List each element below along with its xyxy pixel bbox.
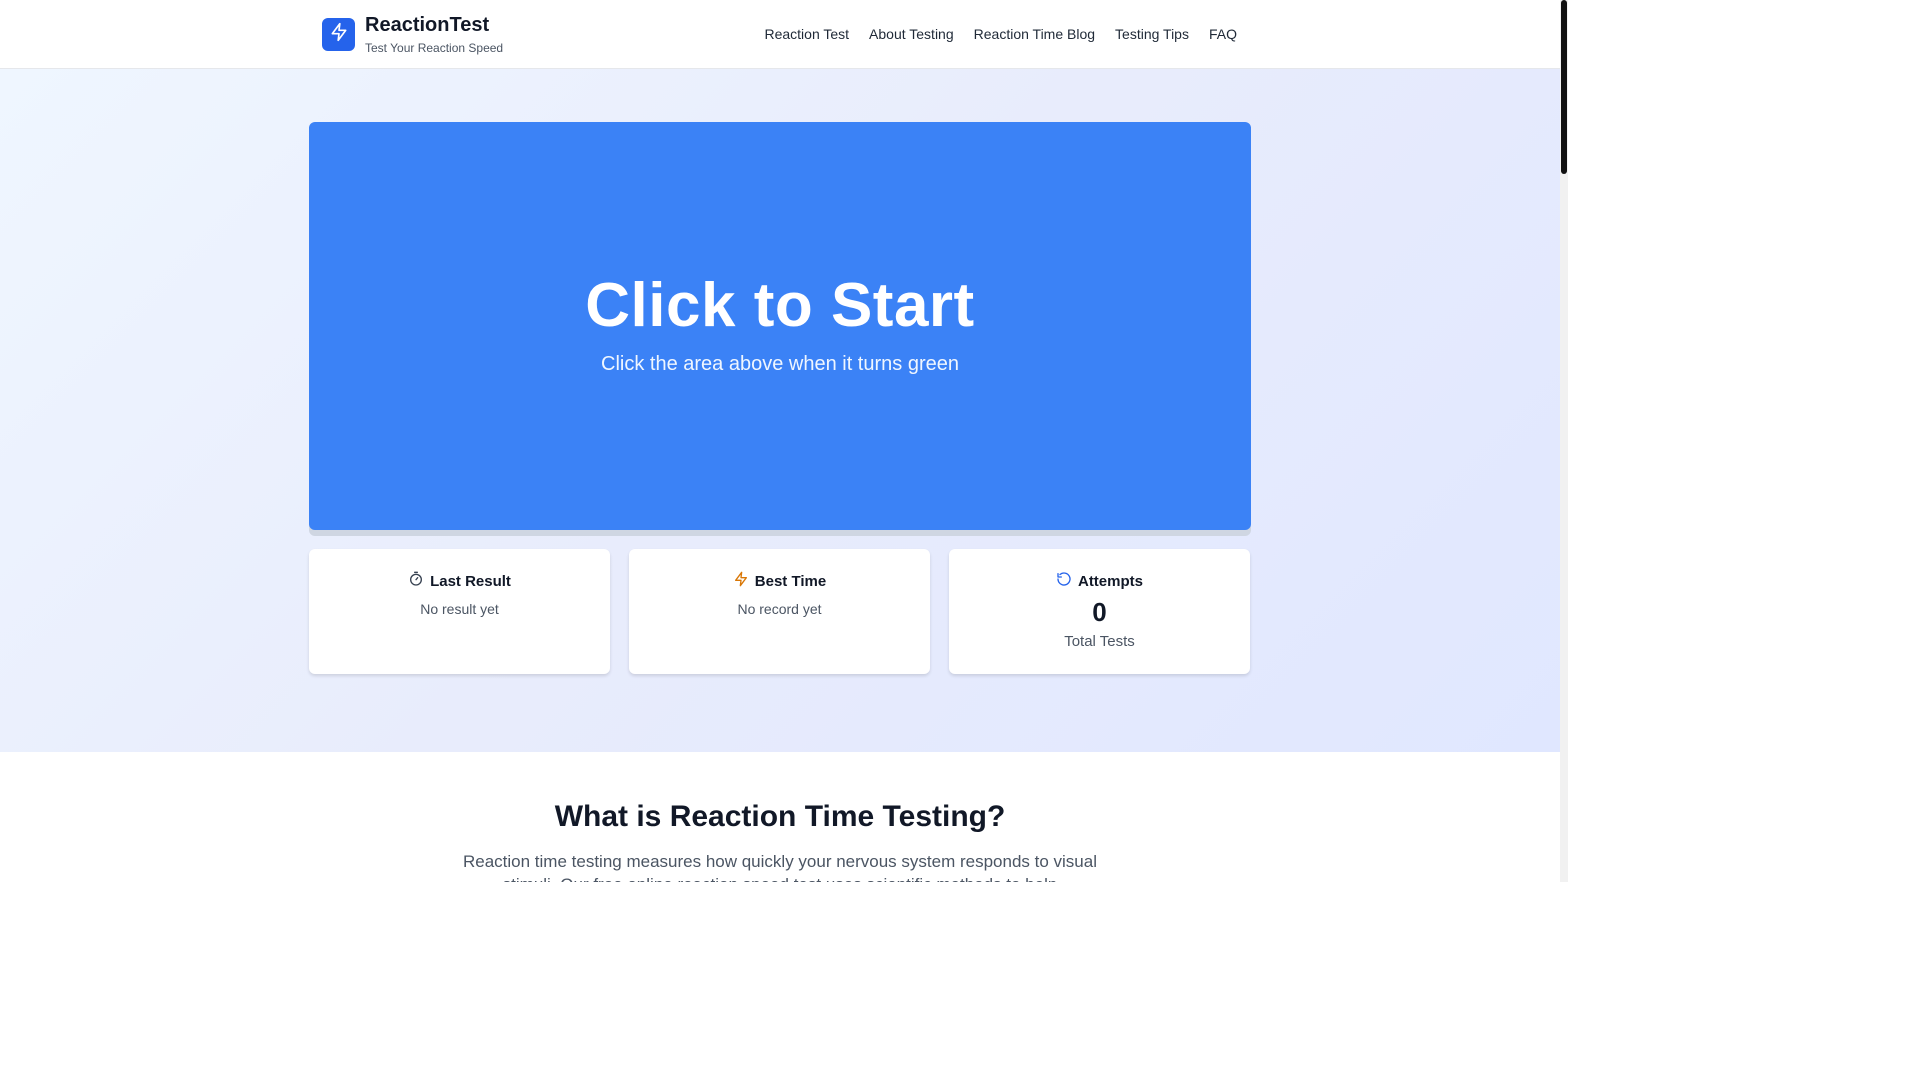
start-instructions: Click the area above when it turns green [601,353,959,375]
hero-section: Click to Start Click the area above when… [0,69,1560,752]
nav-faq[interactable]: FAQ [1209,26,1237,42]
nav-reaction-time-blog[interactable]: Reaction Time Blog [974,26,1095,42]
last-result-card: Last Result No result yet [309,549,610,674]
page: ReactionTest Test Your Reaction Speed Re… [0,0,1560,882]
brand-subtitle: Test Your Reaction Speed [365,41,504,55]
attempts-card: Attempts 0 Total Tests [949,549,1250,674]
site-header: ReactionTest Test Your Reaction Speed Re… [0,0,1560,69]
best-time-header: Best Time [629,571,930,592]
last-result-title: Last Result [430,573,511,590]
info-paragraph: Reaction time testing measures how quick… [462,852,1097,882]
scrollbar-thumb[interactable] [1561,0,1567,174]
nav-reaction-test[interactable]: Reaction Test [764,26,849,42]
attempts-count: 0 [1092,597,1107,627]
last-result-value: No result yet [420,601,499,617]
reaction-test-area[interactable]: Click to Start Click the area above when… [309,122,1251,530]
refresh-icon [1056,571,1072,592]
best-time-value: No record yet [737,601,822,617]
best-time-title: Best Time [754,573,827,590]
lightning-icon [733,571,749,592]
attempts-caption: Total Tests [1064,633,1135,650]
nav-about-testing[interactable]: About Testing [869,26,954,42]
attempts-title: Attempts [1077,573,1143,590]
best-time-card: Best Time No record yet [629,549,930,674]
attempts-header: Attempts [949,571,1250,592]
last-result-header: Last Result [309,571,610,592]
logo[interactable] [322,18,355,51]
nav-testing-tips[interactable]: Testing Tips [1115,26,1189,42]
start-title: Click to Start [585,271,975,340]
stopwatch-icon [408,571,424,592]
main-nav: Reaction Test About Testing Reaction Tim… [764,26,1237,42]
info-heading: What is Reaction Time Testing? [554,800,1006,833]
brand-title[interactable]: ReactionTest [365,14,489,37]
page-scrollbar[interactable] [1560,0,1568,882]
lightning-icon [329,22,349,47]
